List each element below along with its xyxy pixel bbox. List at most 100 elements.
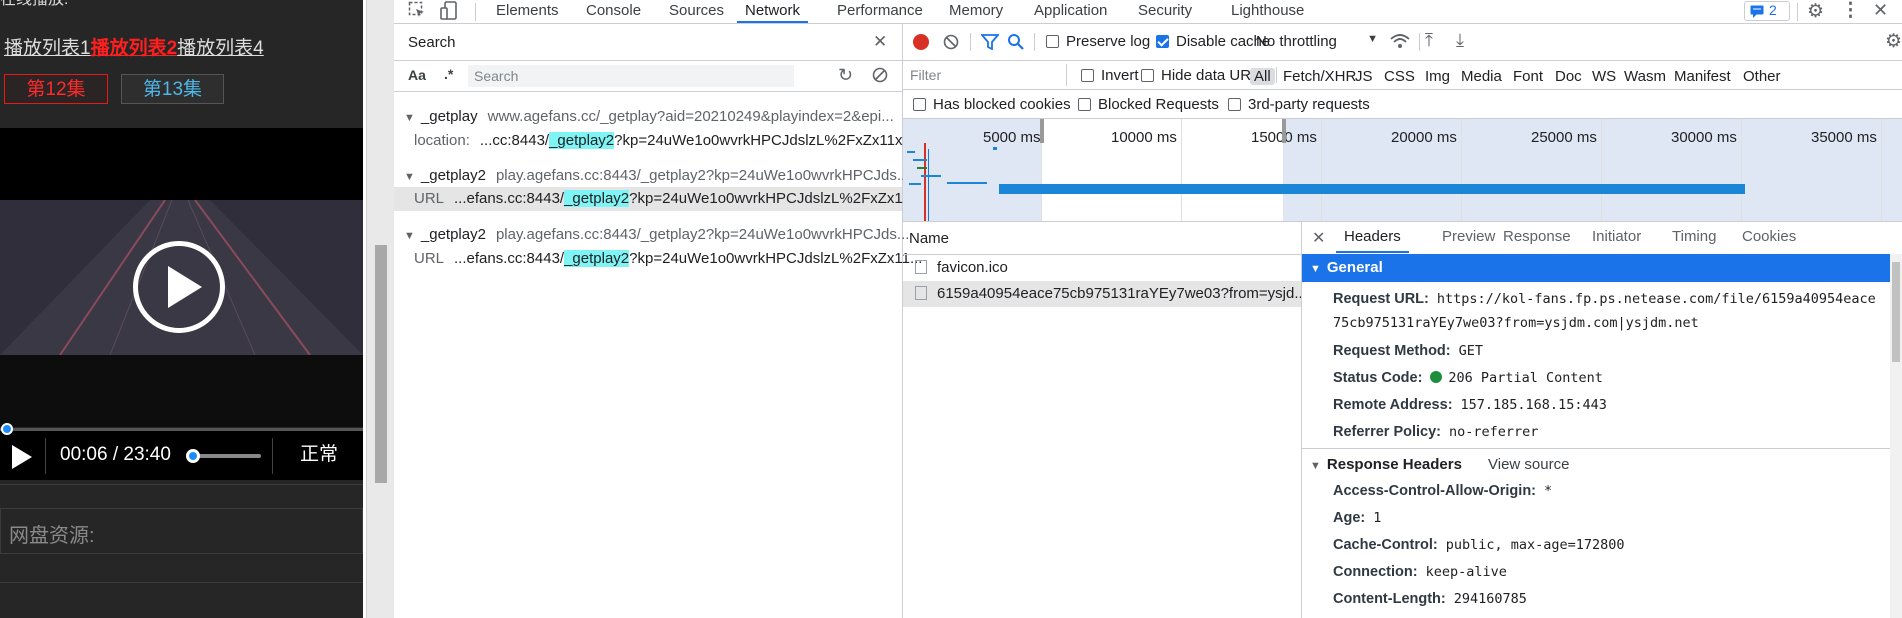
details-tabbar: ✕ Headers Preview Response Initiator Tim…: [1302, 222, 1902, 255]
invert-checkbox[interactable]: Invert: [1081, 67, 1139, 84]
playlist-tab-1[interactable]: 播放列表1: [4, 38, 91, 59]
close-icon[interactable]: ✕: [873, 32, 887, 52]
search-result-match[interactable]: location: ...cc:8443/_getplay2?kp=24uWe1o…: [414, 132, 915, 149]
playlist-tab-4[interactable]: 播放列表4: [177, 38, 264, 59]
overview-left-handle[interactable]: [1040, 119, 1044, 143]
tab-application[interactable]: Application: [1034, 0, 1107, 23]
search-result-file[interactable]: ▼ _getplay2 play.agefans.cc:8443/_getplay2…: [404, 167, 909, 184]
issues-button[interactable]: 2: [1744, 1, 1790, 21]
regex-toggle[interactable]: .*: [444, 66, 453, 82]
search-result-file[interactable]: ▼ _getplay2 play.agefans.cc:8443/_getplay2…: [404, 226, 909, 243]
search-result-match[interactable]: URL ...efans.cc:8443/_getplay2?kp=24uWe1o…: [414, 250, 922, 267]
overview-gridline: [1881, 119, 1882, 221]
device-icon[interactable]: [440, 1, 458, 26]
type-filter-img[interactable]: Img: [1425, 68, 1450, 85]
details-scrollbar[interactable]: [1890, 254, 1902, 618]
hide-data-urls-checkbox[interactable]: Hide data URLs: [1141, 67, 1267, 84]
type-filter-wasm[interactable]: Wasm: [1624, 68, 1666, 85]
type-filter-js[interactable]: JS: [1355, 68, 1373, 85]
tab-network[interactable]: Network: [737, 0, 809, 23]
overview-right-handle[interactable]: [1282, 119, 1286, 143]
request-row[interactable]: favicon.ico: [903, 255, 1301, 281]
name-column-header[interactable]: Name: [909, 230, 949, 247]
more-icon[interactable]: ⋮: [1841, 0, 1860, 22]
tab-security[interactable]: Security: [1138, 0, 1192, 23]
response-headers-section[interactable]: ▼ Response Headers: [1310, 456, 1462, 473]
tab-console[interactable]: Console: [586, 0, 641, 23]
volume-handle[interactable]: [186, 449, 200, 463]
devtools-tabbar: Elements Console Sources Network Perform…: [394, 0, 1902, 24]
search-input[interactable]: Search: [468, 65, 794, 87]
overview-gridline: [1601, 119, 1602, 221]
inspect-icon[interactable]: [408, 1, 426, 24]
big-play-button[interactable]: [133, 241, 225, 333]
type-filter-manifest[interactable]: Manifest: [1674, 68, 1731, 85]
tab-response[interactable]: Response: [1503, 228, 1571, 253]
blocked-requests-checkbox[interactable]: Blocked Requests: [1078, 96, 1219, 113]
close-icon[interactable]: ✕: [1873, 0, 1888, 21]
type-filter-ws[interactable]: WS: [1592, 68, 1616, 85]
wifi-icon[interactable]: [1390, 33, 1410, 53]
disable-cache-checkbox[interactable]: Disable cache: [1156, 33, 1270, 50]
tab-lighthouse[interactable]: Lighthouse: [1231, 0, 1304, 23]
tab-timing[interactable]: Timing: [1672, 228, 1716, 253]
clear-icon[interactable]: [872, 67, 888, 87]
close-icon[interactable]: ✕: [1312, 228, 1325, 248]
filter-input[interactable]: Filter: [907, 64, 1067, 86]
tab-memory[interactable]: Memory: [949, 0, 1003, 23]
page-scrollbar[interactable]: [366, 0, 394, 618]
cloud-resources-label: 网盘资源:: [9, 525, 95, 547]
request-row[interactable]: 6159a40954eace75cb975131raYEy7we03?from=…: [903, 281, 1301, 307]
record-icon[interactable]: [913, 34, 929, 50]
status-dot: [1430, 371, 1443, 383]
volume-slider[interactable]: [193, 454, 261, 458]
playlist-tab-2[interactable]: 播放列表2: [91, 38, 178, 59]
download-icon[interactable]: ⤓: [1456, 30, 1464, 51]
type-filter-css[interactable]: CSS: [1384, 68, 1415, 85]
general-section-header[interactable]: ▼ General: [1302, 254, 1890, 282]
upload-icon[interactable]: ⤒: [1425, 30, 1433, 51]
page-scroll-thumb[interactable]: [375, 245, 387, 483]
progress-handle[interactable]: [1, 423, 13, 435]
video-player[interactable]: [0, 128, 363, 427]
tab-initiator[interactable]: Initiator: [1592, 228, 1641, 253]
throttling-select[interactable]: No throttling ▼: [1256, 33, 1378, 50]
search-icon[interactable]: [1007, 33, 1025, 55]
third-party-checkbox[interactable]: 3rd-party requests: [1228, 96, 1370, 113]
details-scroll-thumb[interactable]: [1892, 262, 1900, 362]
tab-cookies[interactable]: Cookies: [1742, 228, 1796, 253]
type-filter-all[interactable]: All: [1250, 68, 1275, 85]
gear-icon[interactable]: ⚙: [1807, 0, 1824, 23]
timeline-label: 10000 ms: [1111, 129, 1177, 146]
episode-12-button[interactable]: 第12集: [4, 74, 108, 104]
view-source-link[interactable]: View source: [1488, 456, 1569, 473]
remote-address: Remote Address: 157.185.168.15:443: [1333, 397, 1607, 413]
type-filter-fetch[interactable]: Fetch/XHR: [1283, 68, 1356, 85]
gear-icon[interactable]: ⚙: [1885, 30, 1902, 53]
refresh-icon[interactable]: ↻: [838, 65, 853, 86]
tab-sources[interactable]: Sources: [669, 0, 724, 23]
search-result-match[interactable]: URL ...efans.cc:8443/_getplay2?kp=24uWe1o…: [414, 190, 922, 207]
match-case-toggle[interactable]: Aa: [408, 67, 426, 83]
match-key: URL: [414, 250, 445, 267]
network-overview[interactable]: 5000 ms 10000 ms 15000 ms 20000 ms 25000…: [903, 119, 1902, 222]
tab-headers[interactable]: Headers: [1336, 228, 1409, 253]
tab-preview[interactable]: Preview: [1442, 228, 1495, 253]
type-filter-other[interactable]: Other: [1743, 68, 1781, 85]
has-blocked-cookies-checkbox[interactable]: Has blocked cookies: [913, 96, 1071, 113]
play-icon[interactable]: [12, 445, 32, 469]
progress-track[interactable]: [0, 428, 363, 431]
tab-elements[interactable]: Elements: [496, 0, 559, 23]
preserve-log-checkbox[interactable]: Preserve log: [1046, 33, 1150, 50]
type-filter-font[interactable]: Font: [1513, 68, 1543, 85]
search-result-file[interactable]: ▼ _getplay www.agefans.cc/_getplay?aid=202…: [404, 108, 894, 125]
tab-performance[interactable]: Performance: [837, 0, 923, 23]
file-icon: [915, 260, 927, 274]
playback-rate-button[interactable]: 正常: [300, 442, 338, 468]
filter-icon[interactable]: [980, 34, 1000, 54]
type-filter-media[interactable]: Media: [1461, 68, 1502, 85]
block-icon[interactable]: [943, 34, 959, 54]
result-file-name: _getplay: [420, 108, 478, 125]
type-filter-doc[interactable]: Doc: [1555, 68, 1582, 85]
episode-13-button[interactable]: 第13集: [121, 74, 224, 104]
